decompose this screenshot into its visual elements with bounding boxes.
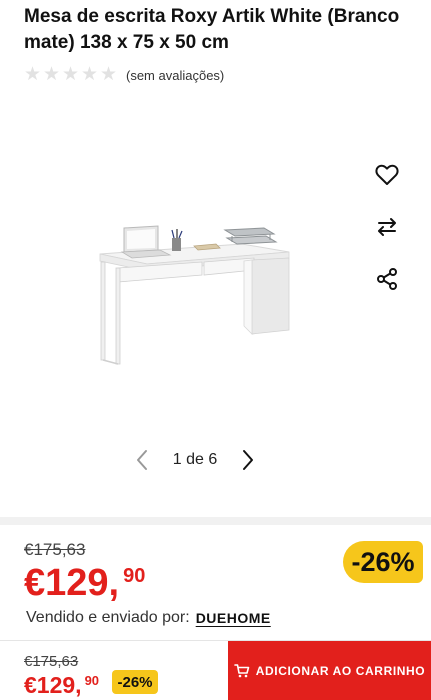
seller-info: Vendido e enviado por: DUEHOME	[26, 609, 271, 627]
bottom-price-int: €129,	[24, 672, 82, 698]
old-price: €175,63	[24, 540, 86, 559]
bottom-bar: €175,63 €129, 90 -26% ADICIONAR AO CARRI…	[0, 640, 431, 700]
section-divider	[0, 517, 431, 525]
add-to-cart-label: ADICIONAR AO CARRINHO	[255, 664, 426, 678]
pager-prev-button[interactable]	[130, 446, 154, 474]
chevron-right-icon	[242, 450, 253, 470]
wishlist-button[interactable]	[372, 160, 402, 190]
heart-icon	[375, 164, 399, 185]
discount-badge: -26%	[343, 541, 423, 583]
share-icon	[377, 268, 397, 290]
bottom-price-cents: 90	[84, 673, 100, 688]
compare-button[interactable]	[372, 212, 402, 242]
rating-stars: ★ ★ ★ ★ ★	[24, 64, 118, 85]
gallery-pager: 1 de 6	[130, 446, 260, 474]
pager-next-button[interactable]	[236, 446, 260, 474]
current-price-int: €129,	[24, 562, 120, 604]
desk-illustration	[99, 225, 290, 365]
bottom-current-price: €129, 90	[24, 671, 99, 699]
add-to-cart-button[interactable]: ADICIONAR AO CARRINHO	[228, 641, 431, 700]
share-button[interactable]	[372, 264, 402, 294]
current-price: €129, 90	[24, 560, 145, 606]
rating: ★ ★ ★ ★ ★ (sem avaliações)	[24, 64, 225, 85]
chevron-left-icon	[137, 450, 147, 470]
star-icon: ★	[43, 64, 61, 85]
seller-label: Vendido e enviado por:	[26, 609, 190, 626]
bottom-discount-badge: -26%	[112, 670, 158, 694]
rating-text: (sem avaliações)	[126, 67, 225, 83]
product-image[interactable]	[92, 222, 297, 372]
star-icon: ★	[81, 64, 99, 85]
bottom-old-price: €175,63	[24, 653, 79, 670]
star-icon: ★	[24, 64, 42, 85]
product-title: Mesa de escrita Roxy Artik White (Branco…	[24, 6, 400, 53]
pager-text: 1 de 6	[172, 451, 218, 468]
cart-icon	[233, 664, 250, 678]
star-icon: ★	[62, 64, 80, 85]
star-icon: ★	[100, 64, 118, 85]
compare-arrows-icon	[378, 218, 396, 236]
side-actions	[372, 160, 402, 316]
current-price-cents: 90	[123, 565, 146, 587]
seller-link[interactable]: DUEHOME	[196, 610, 271, 626]
